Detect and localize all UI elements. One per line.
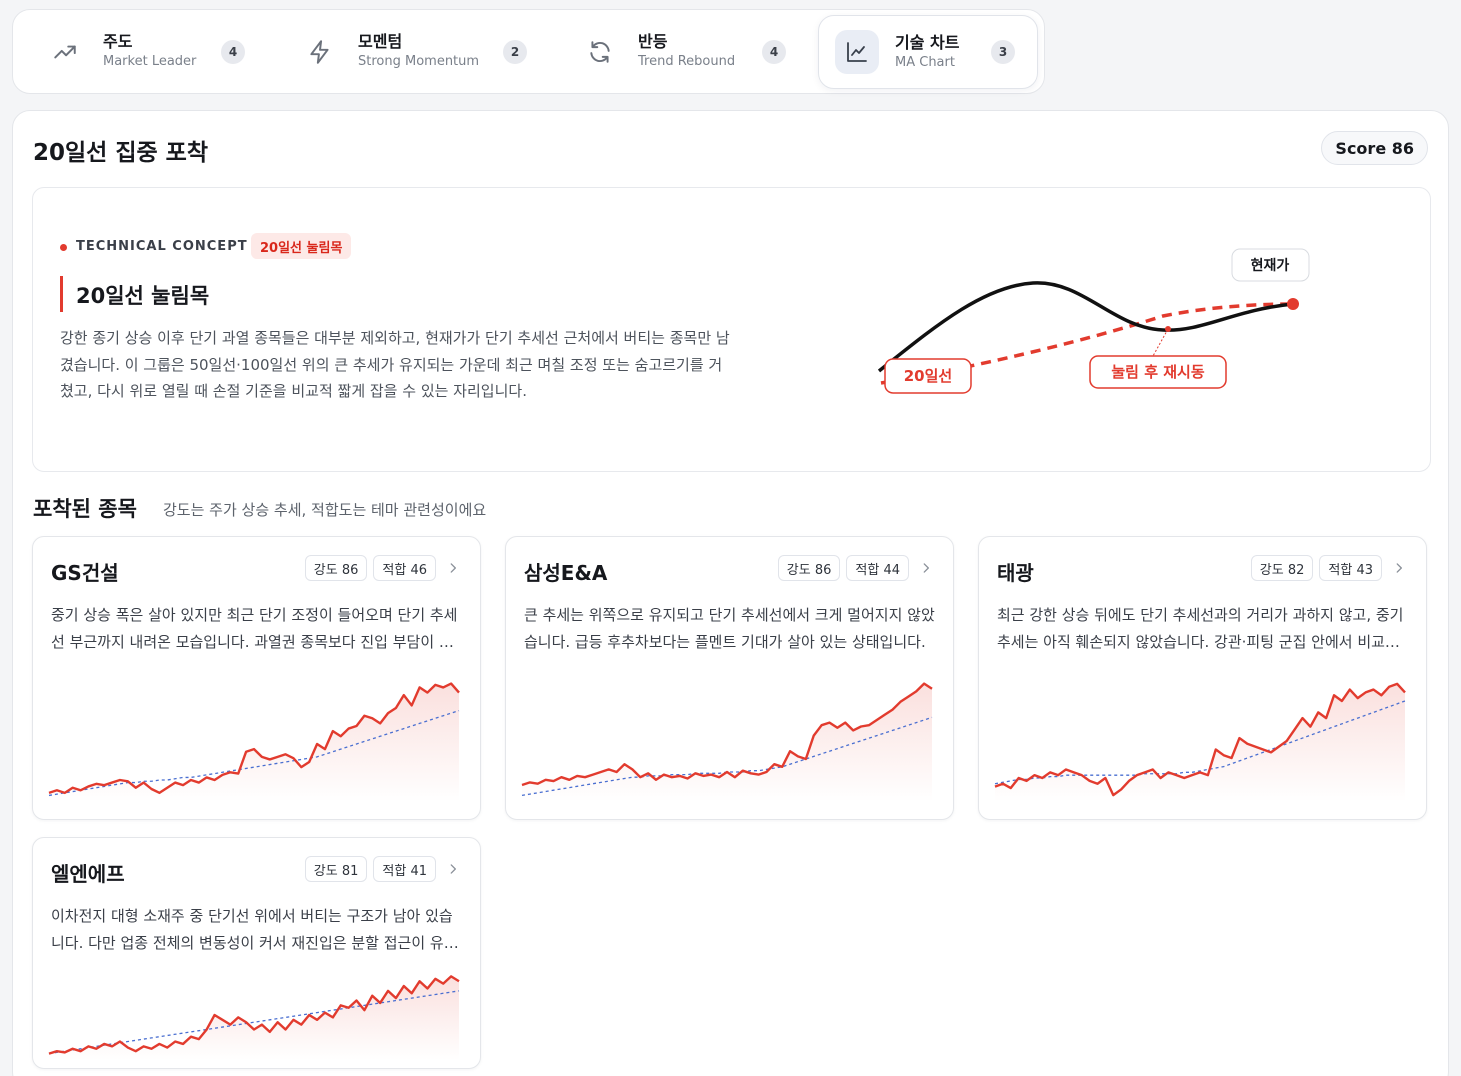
- refresh-icon: [578, 30, 622, 74]
- rebound-leader-line: [1152, 328, 1169, 357]
- section-title: 포착된 종목: [33, 497, 137, 521]
- sparkline-chart: [48, 975, 460, 1060]
- fit-badge: 적합 41: [373, 856, 436, 882]
- strength-badge: 강도 86: [304, 555, 368, 581]
- concept-tag: TECHNICAL CONCEPT: [76, 239, 248, 254]
- lightning-icon: [298, 30, 342, 74]
- tab-ma-chart[interactable]: 기술 차트 MA Chart 3: [818, 15, 1038, 89]
- tab-title: 반등: [638, 32, 668, 51]
- price-area: [49, 976, 459, 1060]
- section-subtitle: 강도는 주가 상승 추세, 적합도는 테마 관련성이에요: [163, 501, 487, 519]
- stock-card[interactable]: GS건설 강도 86 적합 46 중기 상승 폭은 살아 있지만 최근 단기 조…: [32, 536, 481, 820]
- ma-pullback-diagram: 현재가 20일선 눌림 후 재시동: [877, 248, 1310, 394]
- chevron-right-icon[interactable]: [919, 560, 935, 576]
- price-area: [995, 683, 1405, 802]
- tab-title: 기술 차트: [895, 33, 960, 52]
- strength-badge: 강도 86: [777, 555, 841, 581]
- tab-trend-rebound[interactable]: 반등 Trend Rebound 4: [578, 22, 798, 84]
- stock-description: 큰 추세는 위쪽으로 유지되고 단기 추세선에서 크게 멀어지지 않았습니다. …: [524, 606, 935, 651]
- tab-title: 주도: [103, 32, 133, 51]
- concept-title: 20일선 눌림목: [76, 284, 210, 308]
- strength-badge: 강도 82: [1250, 555, 1314, 581]
- tab-strong-momentum[interactable]: 모멘텀 Strong Momentum 2: [298, 22, 538, 84]
- stock-name: GS건설: [51, 561, 119, 585]
- score-badge: Score 86: [1321, 131, 1428, 165]
- strategy-tab-bar: 주도 Market Leader 4 모멘텀 Strong Momentum 2…: [12, 9, 1045, 94]
- card-badges: 강도 81 적합 41: [304, 856, 462, 882]
- tab-count-badge: 4: [221, 40, 245, 64]
- ma20-label: 20일선: [904, 367, 952, 385]
- stock-card[interactable]: 엘엔에프 강도 81 적합 41 이차전지 대형 소재주 중 단기선 위에서 버…: [32, 837, 481, 1069]
- tab-count-badge: 4: [762, 40, 786, 64]
- tab-subtitle: MA Chart: [895, 55, 955, 70]
- tab-subtitle: Trend Rebound: [638, 54, 736, 69]
- concept-description: 강한 종기 상승 이후 단기 과열 종목들은 대부분 제외하고, 현재가가 단기…: [60, 329, 730, 400]
- trending-up-icon: [43, 30, 87, 74]
- tab-title: 모멘텀: [358, 32, 403, 51]
- stock-name: 엘엔에프: [51, 862, 125, 886]
- concept-pill: 20일선 눌림목: [251, 233, 352, 259]
- stock-name: 삼성E&A: [524, 561, 608, 585]
- stock-card[interactable]: 태광 강도 82 적합 43 최근 강한 상승 뒤에도 단기 추세선과의 거리가…: [978, 536, 1427, 820]
- strength-badge: 강도 81: [304, 856, 368, 882]
- tab-count-badge: 2: [503, 40, 527, 64]
- page-title: 20일선 집중 포착: [33, 140, 208, 166]
- chevron-right-icon[interactable]: [446, 861, 462, 877]
- fit-badge: 적합 43: [1319, 555, 1382, 581]
- card-badges: 강도 86 적합 44: [777, 555, 935, 581]
- stock-description: 이차전지 대형 소재주 중 단기선 위에서 버티는 구조가 남아 있습니다. 다…: [51, 907, 458, 952]
- tab-subtitle: Strong Momentum: [358, 54, 480, 69]
- concept-accent-bar: [60, 276, 63, 312]
- price-area: [522, 683, 932, 802]
- stock-description: 최근 강한 상승 뒤에도 단기 추세선과의 거리가 과하지 않고, 중기 추세는…: [997, 606, 1404, 651]
- current-price-dot: [1287, 298, 1299, 310]
- line-chart-icon: [835, 30, 879, 74]
- current-price-label: 현재가: [1251, 258, 1290, 274]
- price-curve: [877, 281, 1294, 373]
- card-badges: 강도 82 적합 43: [1250, 555, 1408, 581]
- concept-dot: [60, 244, 67, 251]
- main-panel: 20일선 집중 포착 Score 86 TECHNICAL CONCEPT 20…: [12, 110, 1449, 1076]
- tab-market-leader[interactable]: 주도 Market Leader 4: [43, 22, 258, 84]
- card-badges: 강도 86 적합 46: [304, 555, 462, 581]
- tab-count-badge: 3: [991, 40, 1015, 64]
- stock-card[interactable]: 삼성E&A 강도 86 적합 44 큰 추세는 위쪽으로 유지되고 단기 추세선…: [505, 536, 954, 820]
- chevron-right-icon[interactable]: [1392, 560, 1408, 576]
- fit-badge: 적합 46: [373, 555, 436, 581]
- stock-name: 태광: [997, 561, 1034, 585]
- stock-description: 중기 상승 폭은 살아 있지만 최근 단기 조정이 들어오며 단기 추세선 부근…: [51, 606, 458, 651]
- rebound-label: 눌림 후 재시동: [1111, 363, 1204, 381]
- chevron-right-icon[interactable]: [446, 560, 462, 576]
- sparkline-chart: [994, 682, 1406, 802]
- concept-card: TECHNICAL CONCEPT 20일선 눌림목 20일선 눌림목 강한 종…: [32, 187, 1431, 472]
- sparkline-chart: [48, 682, 460, 802]
- tab-subtitle: Market Leader: [103, 54, 197, 69]
- rebound-point: [1165, 326, 1171, 332]
- fit-badge: 적합 44: [846, 555, 909, 581]
- sparkline-chart: [521, 682, 933, 802]
